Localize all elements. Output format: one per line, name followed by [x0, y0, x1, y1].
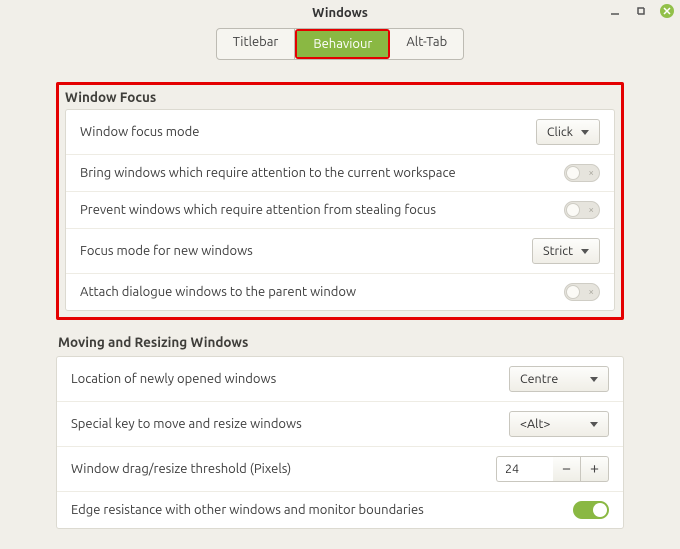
- chevron-down-icon: [590, 377, 598, 382]
- active-tab-highlight: Behaviour: [295, 29, 390, 59]
- label-new-window-focus: Focus mode for new windows: [80, 244, 253, 258]
- tab-behaviour[interactable]: Behaviour: [297, 31, 388, 57]
- tab-alttab[interactable]: Alt-Tab: [390, 29, 463, 59]
- row-bring-attention: Bring windows which require attention to…: [66, 154, 614, 191]
- chevron-down-icon: [581, 249, 589, 254]
- tab-group: Titlebar Behaviour Alt-Tab: [216, 28, 464, 60]
- toggle-prevent-steal[interactable]: ×: [564, 201, 600, 219]
- row-edge-resistance: Edge resistance with other windows and m…: [57, 491, 623, 528]
- row-focus-mode: Window focus mode Click: [66, 110, 614, 154]
- window-focus-panel: Window focus mode Click Bring windows wh…: [65, 109, 615, 311]
- dropdown-value: <Alt>: [520, 417, 550, 431]
- label-location: Location of newly opened windows: [71, 372, 276, 386]
- window-buttons: [608, 4, 674, 18]
- moving-resizing-panel: Location of newly opened windows Centre …: [56, 356, 624, 529]
- chevron-down-icon: [590, 422, 598, 427]
- dropdown-value: Strict: [543, 244, 573, 258]
- label-edge-resistance: Edge resistance with other windows and m…: [71, 503, 424, 517]
- label-drag-threshold: Window drag/resize threshold (Pixels): [71, 462, 291, 476]
- row-new-window-focus: Focus mode for new windows Strict: [66, 228, 614, 273]
- stepper-increment[interactable]: +: [581, 456, 609, 482]
- toggle-knob: [566, 166, 580, 180]
- row-prevent-steal: Prevent windows which require attention …: [66, 191, 614, 228]
- dropdown-focus-mode[interactable]: Click: [536, 119, 600, 145]
- toggle-off-icon: ×: [588, 166, 594, 180]
- stepper-drag-threshold: 24 − +: [496, 456, 609, 482]
- window-focus-highlight: Window Focus Window focus mode Click Bri…: [56, 82, 624, 320]
- close-button[interactable]: [660, 4, 674, 18]
- dropdown-special-key[interactable]: <Alt>: [509, 411, 609, 437]
- label-special-key: Special key to move and resize windows: [71, 417, 302, 431]
- toggle-attach-dialog[interactable]: ×: [564, 283, 600, 301]
- dropdown-value: Centre: [520, 372, 558, 386]
- toggle-bring-attention[interactable]: ×: [564, 164, 600, 182]
- tab-titlebar[interactable]: Titlebar: [217, 29, 296, 59]
- chevron-down-icon: [581, 130, 589, 135]
- stepper-decrement[interactable]: −: [553, 456, 581, 482]
- toggle-knob: [593, 503, 607, 517]
- label-bring-attention: Bring windows which require attention to…: [80, 166, 456, 180]
- minimize-button[interactable]: [608, 4, 622, 18]
- toggle-knob: [566, 203, 580, 217]
- dropdown-new-window-focus[interactable]: Strict: [532, 238, 600, 264]
- moving-resizing-heading: Moving and Resizing Windows: [58, 334, 624, 350]
- label-focus-mode: Window focus mode: [80, 125, 199, 139]
- window-focus-heading: Window Focus: [65, 89, 621, 105]
- row-location: Location of newly opened windows Centre: [57, 357, 623, 401]
- toggle-off-icon: ×: [588, 203, 594, 217]
- toggle-off-icon: ×: [588, 285, 594, 299]
- page-content: Window Focus Window focus mode Click Bri…: [0, 60, 680, 549]
- dropdown-location[interactable]: Centre: [509, 366, 609, 392]
- row-attach-dialog: Attach dialogue windows to the parent wi…: [66, 273, 614, 310]
- row-drag-threshold: Window drag/resize threshold (Pixels) 24…: [57, 446, 623, 491]
- dropdown-value: Click: [547, 125, 573, 139]
- row-special-key: Special key to move and resize windows <…: [57, 401, 623, 446]
- maximize-button[interactable]: [634, 4, 648, 18]
- stepper-value[interactable]: 24: [496, 456, 553, 482]
- titlebar: Windows: [0, 0, 680, 26]
- toggle-edge-resistance[interactable]: [573, 501, 609, 519]
- toggle-knob: [566, 285, 580, 299]
- label-prevent-steal: Prevent windows which require attention …: [80, 203, 436, 217]
- window-title: Windows: [0, 0, 680, 26]
- tab-strip: Titlebar Behaviour Alt-Tab: [0, 28, 680, 60]
- label-attach-dialog: Attach dialogue windows to the parent wi…: [80, 285, 356, 299]
